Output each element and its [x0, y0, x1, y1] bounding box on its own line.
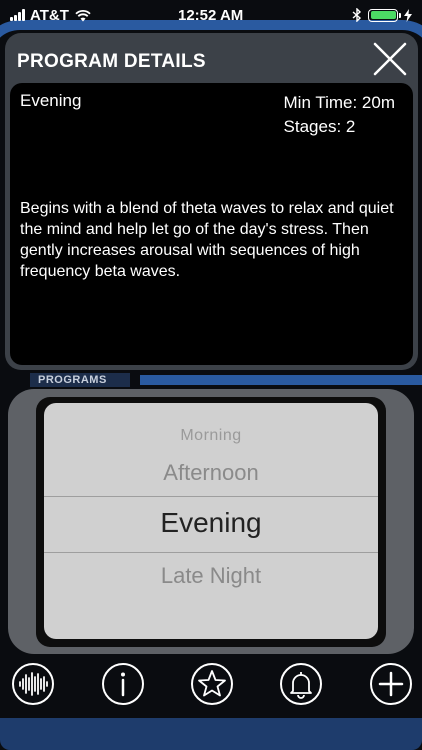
- add-button[interactable]: [369, 662, 413, 706]
- close-button[interactable]: [372, 41, 408, 77]
- min-time: Min Time: 20m: [283, 93, 395, 112]
- status-bar: AT&T 12:52 AM: [0, 0, 422, 30]
- status-left: AT&T: [10, 7, 92, 24]
- program-picker-frame: Morning Afternoon Evening Late Night: [8, 389, 414, 654]
- charging-bolt-icon: [404, 8, 412, 22]
- star-icon: [191, 663, 233, 705]
- clock: 12:52 AM: [178, 6, 244, 24]
- picker-item-evening[interactable]: Evening: [44, 507, 378, 539]
- picker-selection-line-bottom: [44, 552, 378, 553]
- picker-item-late-night[interactable]: Late Night: [44, 563, 378, 589]
- program-description: Begins with a blend of theta waves to re…: [20, 200, 394, 280]
- plus-icon: [370, 663, 412, 705]
- info-icon: [102, 663, 144, 705]
- picker-item-morning[interactable]: Morning: [44, 427, 378, 445]
- program-meta: Min Time: 20m Stages: 2: [284, 91, 395, 139]
- stages-count: Stages: 2: [283, 117, 356, 136]
- program-name: Evening: [20, 91, 82, 110]
- bell-icon: [280, 663, 322, 705]
- picker-item-afternoon[interactable]: Afternoon: [44, 460, 378, 486]
- info-button[interactable]: [101, 662, 145, 706]
- picker-selection-line-top: [44, 496, 378, 497]
- program-details-body: Evening Min Time: 20m Stages: 2 Begins w…: [10, 83, 413, 365]
- bottom-accent-bar: [0, 718, 422, 750]
- program-picker-bezel: Morning Afternoon Evening Late Night: [36, 397, 386, 647]
- modal-title: PROGRAM DETAILS: [17, 51, 206, 72]
- bluetooth-icon: [352, 8, 362, 22]
- cellular-signal-icon: [10, 9, 25, 21]
- bottom-toolbar: [0, 662, 422, 710]
- battery-icon: [368, 8, 401, 22]
- status-right: [352, 8, 412, 22]
- wifi-icon: [75, 9, 91, 21]
- program-picker[interactable]: Morning Afternoon Evening Late Night: [44, 403, 378, 639]
- programs-accent-bar: [140, 375, 422, 385]
- waveform-icon: [12, 663, 54, 705]
- programs-section-label: PROGRAMS: [38, 374, 107, 386]
- carrier-label: AT&T: [30, 6, 69, 24]
- waveform-button[interactable]: [11, 662, 55, 706]
- program-details-modal: PROGRAM DETAILS Evening Min Time: 20m St…: [5, 33, 418, 370]
- close-icon: [373, 42, 407, 76]
- alarm-button[interactable]: [279, 662, 323, 706]
- favorite-button[interactable]: [190, 662, 234, 706]
